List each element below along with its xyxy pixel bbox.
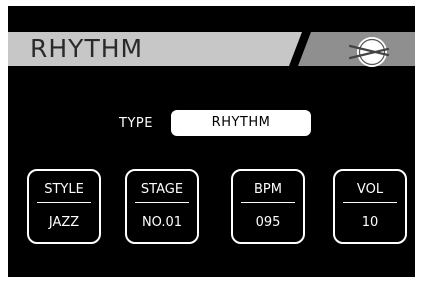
- type-selector[interactable]: RHYTHM: [171, 110, 311, 136]
- bpm-label: BPM: [254, 182, 282, 197]
- vol-value: 10: [361, 215, 379, 230]
- style-value: JAZZ: [48, 215, 80, 230]
- stage-value: NO.01: [141, 215, 183, 230]
- page-title: RHYTHM: [30, 34, 144, 63]
- device-screen: RHYTHM TYPE RHYTHM STYLE JAZZ STAGE NO.0…: [8, 6, 415, 277]
- drum-sticks-icon: [348, 37, 390, 67]
- style-label: STYLE: [44, 182, 84, 197]
- bpm-divider: [241, 202, 295, 203]
- bpm-button[interactable]: BPM 095: [231, 169, 305, 244]
- vol-divider: [343, 202, 397, 203]
- type-label: TYPE: [119, 116, 153, 131]
- stage-button[interactable]: STAGE NO.01: [125, 169, 199, 244]
- stage-divider: [135, 202, 189, 203]
- stage-label: STAGE: [140, 182, 184, 197]
- style-button[interactable]: STYLE JAZZ: [27, 169, 101, 244]
- vol-label: VOL: [356, 182, 384, 197]
- vol-button[interactable]: VOL 10: [333, 169, 407, 244]
- style-divider: [37, 202, 91, 203]
- bpm-value: 095: [255, 215, 281, 230]
